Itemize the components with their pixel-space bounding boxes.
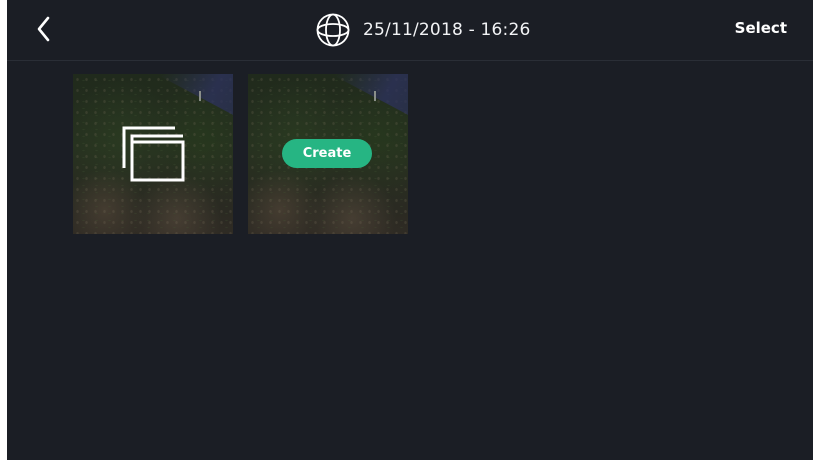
photo-post (374, 91, 376, 101)
multiple-images-icon (121, 126, 187, 182)
globe-icon (315, 12, 351, 48)
chevron-left-icon (29, 14, 59, 44)
top-bar: 25/11/2018 - 16:26 Select (7, 0, 813, 61)
title-area: 25/11/2018 - 16:26 (315, 13, 531, 47)
photo-tile[interactable]: Create (248, 74, 408, 234)
gallery-tile[interactable] (73, 74, 233, 234)
app-window: 25/11/2018 - 16:26 Select Create (7, 0, 813, 460)
page-title: 25/11/2018 - 16:26 (363, 20, 531, 40)
back-button[interactable] (29, 14, 59, 44)
create-button[interactable]: Create (282, 139, 372, 168)
select-button[interactable]: Select (735, 19, 787, 37)
photo-post (199, 91, 201, 101)
media-grid: Create (73, 74, 408, 234)
